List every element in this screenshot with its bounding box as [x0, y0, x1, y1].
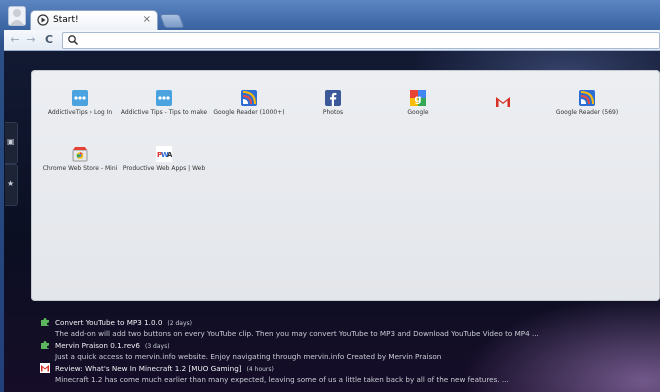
feed-item[interactable]: Mervin Praison 0.1.rev6 (3 days) Just a q… — [40, 339, 660, 362]
google-icon: g — [410, 90, 426, 106]
star-icon: ★ — [7, 179, 15, 188]
back-button[interactable]: ← — [8, 32, 22, 48]
feed-item-description: Minecraft 1.2 has come much earlier than… — [55, 375, 509, 384]
shortcut-addictivetips-login[interactable]: AddictiveTips › Log In — [35, 90, 125, 116]
side-tab-apps[interactable]: ▣ — [5, 122, 18, 164]
shortcut-label: Photos — [322, 109, 344, 116]
shortcut-label: Chrome Web Store - Mini — [42, 165, 118, 172]
puzzle-icon — [41, 341, 49, 349]
feed-title-text: Mervin Praison 0.1.rev6 — [55, 341, 140, 350]
pwa-icon: P W A — [156, 146, 172, 162]
search-icon — [68, 35, 79, 46]
feed-title-text: Review: What's New In Minecraft 1.2 [MUO… — [55, 364, 242, 373]
address-bar[interactable] — [62, 32, 660, 49]
side-tab-bookmarks[interactable]: ★ — [5, 164, 18, 206]
shortcut-label: Productive Web Apps | Web — [122, 165, 206, 172]
google-reader-icon — [579, 90, 595, 106]
feed-title-text: Convert YouTube to MP3 1.0.0 — [55, 318, 163, 327]
shortcut-photos[interactable]: Photos — [288, 90, 378, 116]
shortcut-google-reader-1000[interactable]: Google Reader (1000+) — [204, 90, 294, 116]
tab-title: Start! — [53, 15, 79, 25]
feed-age: (4 hours) — [246, 366, 274, 373]
feed-age: (3 days) — [144, 343, 170, 350]
chrome-web-store-icon — [72, 147, 88, 162]
speed-dial-panel: AddictiveTips › Log In Addictive Tips - … — [31, 70, 660, 301]
feed-item-title[interactable]: Mervin Praison 0.1.rev6 (3 days) — [55, 341, 170, 350]
tab-close-icon[interactable]: × — [143, 14, 151, 26]
feed-item-description: The add-on will add two buttons on every… — [55, 329, 539, 338]
toolbar: ← → C — [4, 30, 660, 51]
play-circle-icon — [37, 14, 49, 26]
shortcut-label: AddictiveTips › Log In — [47, 109, 113, 116]
feed-age: (2 days) — [167, 320, 192, 327]
side-strip: ▣ ★ — [5, 70, 18, 206]
feed-item[interactable]: Convert YouTube to MP3 1.0.0 (2 days) The… — [40, 316, 660, 339]
feed-item-title[interactable]: Convert YouTube to MP3 1.0.0 (2 days) — [55, 318, 192, 327]
shortcut-label: Addictive Tips - Tips to make — [120, 109, 208, 116]
shortcut-productive-web-apps[interactable]: P W A Productive Web Apps | Web — [119, 146, 209, 172]
feed-item-title[interactable]: Review: What's New In Minecraft 1.2 [MUO… — [55, 364, 274, 373]
news-feed: Convert YouTube to MP3 1.0.0 (2 days) The… — [40, 316, 660, 385]
forward-button[interactable]: → — [24, 32, 38, 48]
tab-start[interactable]: Start! × — [30, 10, 158, 30]
browser-window-frame: Start! × ← → C ▣ ★ AddictiveTips › Log I… — [0, 0, 660, 392]
shortcut-google[interactable]: g Google — [373, 90, 463, 116]
feed-item-description: Just a quick access to mervin.info websi… — [55, 352, 442, 361]
shortcut-label: Google Reader (569) — [555, 109, 619, 116]
shortcut-google-reader-569[interactable]: Google Reader (569) — [542, 90, 632, 116]
apps-icon: ▣ — [7, 137, 15, 146]
puzzle-icon — [41, 318, 49, 326]
shortcut-gmail[interactable] — [458, 94, 548, 113]
shortcut-label: Google — [407, 109, 429, 116]
svg-text:g: g — [414, 94, 421, 105]
shortcut-chrome-web-store[interactable]: Chrome Web Store - Mini — [35, 146, 125, 172]
facebook-icon — [325, 90, 341, 106]
dots-blue-icon — [72, 90, 88, 106]
gmail-small-icon — [40, 363, 50, 373]
svg-text:A: A — [167, 151, 172, 159]
shortcut-label: Google Reader (1000+) — [213, 109, 285, 116]
profile-avatar-icon[interactable] — [8, 6, 26, 26]
reload-button[interactable]: C — [42, 32, 56, 48]
feed-item[interactable]: Review: What's New In Minecraft 1.2 [MUO… — [40, 362, 660, 385]
shortcut-addictivetips[interactable]: Addictive Tips - Tips to make — [119, 90, 209, 116]
google-reader-icon — [241, 90, 257, 106]
dots-blue-icon — [156, 90, 172, 106]
new-tab-button[interactable] — [159, 14, 185, 28]
gmail-icon — [496, 97, 510, 107]
